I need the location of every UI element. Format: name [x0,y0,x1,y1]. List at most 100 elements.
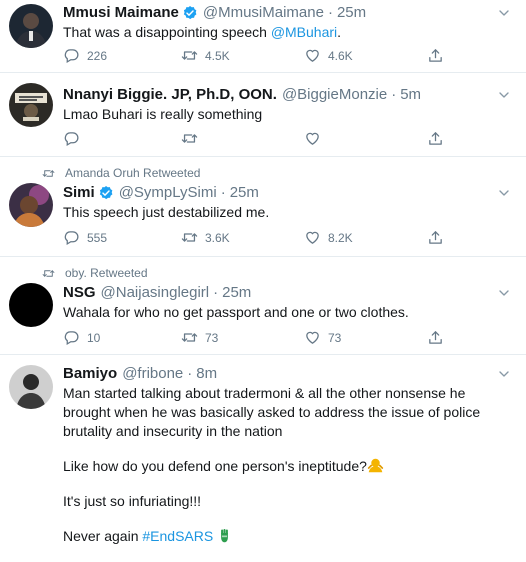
tweet-text: That was a disappointing speech @MBuhari… [63,23,508,42]
retweet-icon [42,167,55,180]
tweet-header: Simi @SympLySimi · 25m [63,184,496,202]
share-button[interactable] [427,229,444,246]
mention-link[interactable]: @MBuhari [271,24,337,40]
hashtag-link[interactable]: #EndSARS [142,528,213,544]
reply-icon [63,329,80,346]
tweet-text-part: . [337,24,342,40]
tweet-paragraph: Man started talking about tradermoni & a… [63,385,481,439]
retweet-icon [181,229,198,246]
like-button[interactable]: 73 [304,329,341,346]
tweet-text-part: That was a disappointing speech [63,24,271,40]
like-icon [304,229,321,246]
retweet-button[interactable]: 4.5K [181,47,230,64]
like-icon [304,329,321,346]
display-name[interactable]: Bamiyo [63,365,117,383]
retweeted-by-label[interactable]: oby. Retweeted [65,266,148,280]
shrug-emoji-icon [367,458,384,473]
like-button[interactable] [304,130,328,147]
timestamp[interactable]: 25m [222,284,251,302]
reply-count: 226 [87,48,108,63]
avatar[interactable] [9,365,53,409]
reply-button[interactable] [63,130,87,147]
tweet-actions: 555 3.6K 8.2K [63,229,463,249]
display-name[interactable]: NSG [63,284,96,302]
reply-icon [63,47,80,64]
reply-icon [63,229,80,246]
tweet[interactable]: Amanda Oruh Retweeted Simi @SympLySimi ·… [0,157,526,256]
retweeted-by-label[interactable]: Amanda Oruh Retweeted [65,166,200,180]
like-icon [304,130,321,147]
verified-badge-icon [98,185,114,201]
retweet-button[interactable]: 73 [181,329,218,346]
tweet-header: Bamiyo @fribone · 8m [63,365,496,383]
user-handle[interactable]: @BiggieMonzie [282,86,387,104]
retweet-button[interactable]: 3.6K [181,229,230,246]
tweet-text: Man started talking about tradermoni & a… [63,384,508,562]
share-icon [427,329,444,346]
tweet-text-part: Never again [63,528,143,544]
retweeted-by-line: oby. Retweeted [42,266,148,280]
timestamp[interactable]: 25m [230,184,259,202]
share-icon [427,130,444,147]
tweet-header: Nnanyi Biggie. JP, Ph.D, OON. @BiggieMon… [63,86,496,104]
tweet[interactable]: Nnanyi Biggie. JP, Ph.D, OON. @BiggieMon… [0,73,526,156]
avatar[interactable] [9,283,53,327]
reply-count: 555 [87,230,108,245]
user-handle[interactable]: @MmusiMaimane [203,4,324,22]
like-count: 4.6K [328,48,353,63]
share-button[interactable] [427,47,444,64]
like-count: 8.2K [328,230,353,245]
retweet-count: 3.6K [205,230,230,245]
reply-count: 10 [87,330,101,345]
tweet-header: Mmusi Maimane @MmusiMaimane · 25m [63,4,496,22]
tweet[interactable]: oby. Retweeted NSG @Naijasinglegirl · 25… [0,257,526,354]
tweet-text: Lmao Buhari is really something [63,106,263,122]
separator-dot: · [187,365,193,382]
tweet-paragraph: Never again #EndSARS [63,527,508,546]
reply-button[interactable]: 555 [63,229,107,246]
separator-dot: · [220,184,226,201]
tweet[interactable]: Mmusi Maimane @MmusiMaimane · 25m That w… [0,0,526,72]
timestamp[interactable]: 25m [337,4,366,22]
tweet-text-part: Like how do you defend one person's inep… [63,458,367,474]
tweet-paragraph: It's just so infuriating!!! [63,493,202,509]
reply-icon [63,130,80,147]
like-button[interactable]: 4.6K [304,47,353,64]
like-button[interactable]: 8.2K [304,229,353,246]
retweet-icon [181,329,198,346]
caret-down-icon[interactable] [496,285,512,301]
reply-button[interactable]: 226 [63,47,107,64]
timestamp[interactable]: 8m [196,365,217,383]
avatar[interactable] [9,4,53,48]
user-handle[interactable]: @fribone [122,365,183,383]
avatar[interactable] [9,83,53,127]
tweet-actions: 226 4.5K 4.6K [63,47,463,67]
retweet-count: 73 [205,330,219,345]
user-handle[interactable]: @Naijasinglegirl [101,284,210,302]
tweet-paragraph: Like how do you defend one person's inep… [63,457,508,476]
retweet-icon [181,47,198,64]
tweet-actions: 10 73 73 [63,329,463,349]
user-handle[interactable]: @SympLySimi [119,184,217,202]
retweet-button[interactable] [181,130,205,147]
reply-button[interactable]: 10 [63,329,100,346]
retweet-icon [42,267,55,280]
display-name[interactable]: Mmusi Maimane [63,4,179,22]
display-name[interactable]: Simi [63,184,95,202]
like-count: 73 [328,330,342,345]
avatar[interactable] [9,183,53,227]
retweet-count: 4.5K [205,48,230,63]
raised-fist-emoji-icon [221,529,229,543]
verified-badge-icon [182,5,198,21]
tweet[interactable]: Bamiyo @fribone · 8m Man started talking… [0,355,526,544]
display-name[interactable]: Nnanyi Biggie. JP, Ph.D, OON. [63,86,277,104]
share-icon [427,47,444,64]
tweet-text: Wahala for who no get passport and one o… [63,304,409,320]
caret-down-icon[interactable] [496,366,512,382]
caret-down-icon[interactable] [496,87,512,103]
caret-down-icon[interactable] [496,5,512,21]
share-button[interactable] [427,329,444,346]
timestamp[interactable]: 5m [400,86,421,104]
caret-down-icon[interactable] [496,185,512,201]
share-button[interactable] [427,130,444,147]
